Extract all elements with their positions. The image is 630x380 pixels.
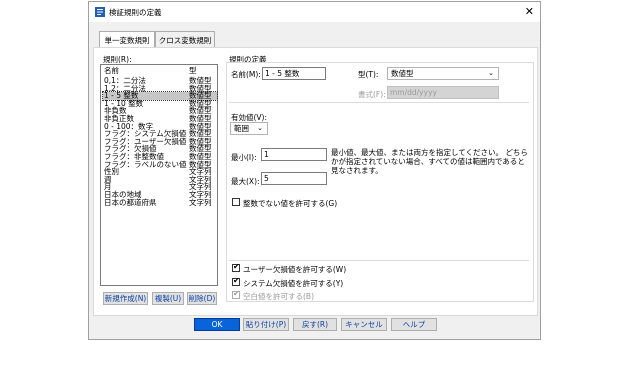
chevron-down-icon: ⌄ — [257, 124, 263, 132]
column-header-type: 型 — [189, 66, 197, 75]
tab-single-variable-rules[interactable]: 単一変数規則 — [99, 31, 155, 48]
check-icon: ✔ — [233, 262, 240, 271]
rule-list-header: 名前 型 — [103, 67, 217, 75]
non-integer-checkbox[interactable] — [232, 198, 240, 206]
delete-rule-button[interactable]: 削除(D) — [187, 292, 217, 305]
tab-cross-variable-rules[interactable]: クロス変数規則 — [155, 31, 215, 48]
name-label: 名前(M): — [231, 70, 261, 79]
allow-system-missing-label: システム欠損値を許可する(Y) — [243, 279, 344, 288]
app-icon — [95, 7, 105, 17]
title-bar: 検証規則の定義 ✕ — [89, 2, 540, 22]
duplicate-rule-button[interactable]: 複製(U) — [152, 292, 184, 305]
allow-system-missing-checkbox[interactable]: ✔ — [232, 276, 240, 286]
type-select-value: 数値型 — [391, 69, 414, 78]
type-label: 型(T): — [358, 70, 379, 79]
window-title: 検証規則の定義 — [109, 8, 162, 17]
ok-button[interactable]: OK — [194, 318, 240, 331]
rule-type-cell: 文字列 — [189, 197, 212, 207]
new-rule-button[interactable]: 新規作成(N) — [103, 292, 148, 305]
column-header-name: 名前 — [104, 66, 119, 75]
cancel-button[interactable]: キャンセル — [341, 318, 387, 331]
chevron-down-icon: ⌄ — [488, 69, 494, 77]
divider — [229, 102, 529, 103]
rule-name-cell: 日本の都道府県 — [104, 197, 157, 207]
allow-user-missing-checkbox[interactable]: ✔ — [232, 262, 240, 272]
range-description: 最小値、最大値、または両方を指定してください。 どちらかが指定されていない場合、… — [331, 148, 528, 175]
help-button[interactable]: ヘルプ — [391, 318, 437, 331]
min-field[interactable]: 1 — [261, 148, 327, 161]
table-row[interactable]: 日本の都道府県 文字列 — [103, 197, 217, 207]
allow-blank-label: 空白値を許可する(B) — [243, 292, 314, 301]
max-label: 最大(X): — [231, 177, 260, 186]
format-field: mm/dd/yyyy — [387, 86, 499, 99]
rule-list[interactable]: 名前 型 0,1：二分法 数値型 1,2：二分法 数値型 1 - 5 整数 数値型 1 - … — [100, 64, 218, 286]
allow-user-missing-label: ユーザー欠損値を許可する(W) — [243, 265, 347, 274]
reset-button[interactable]: 戻す(R) — [293, 318, 337, 331]
min-label: 最小(I): — [231, 153, 257, 162]
valid-values-select-value: 範囲 — [234, 124, 249, 133]
max-field[interactable]: 5 — [261, 172, 327, 185]
type-select[interactable]: 数値型 ⌄ — [387, 67, 499, 80]
close-icon[interactable]: ✕ — [525, 5, 534, 18]
non-integer-checkbox-label: 整数でない値を許可する(G) — [243, 199, 338, 208]
divider — [229, 260, 529, 261]
paste-button[interactable]: 貼り付け(P) — [243, 318, 289, 331]
name-field[interactable]: 1 - 5 整数 — [262, 67, 326, 80]
check-icon: ✔ — [233, 289, 240, 298]
format-label: 書式(F): — [358, 90, 386, 99]
valid-values-select[interactable]: 範囲 ⌄ — [230, 122, 268, 135]
check-icon: ✔ — [233, 276, 240, 285]
allow-blank-checkbox: ✔ — [232, 289, 240, 299]
